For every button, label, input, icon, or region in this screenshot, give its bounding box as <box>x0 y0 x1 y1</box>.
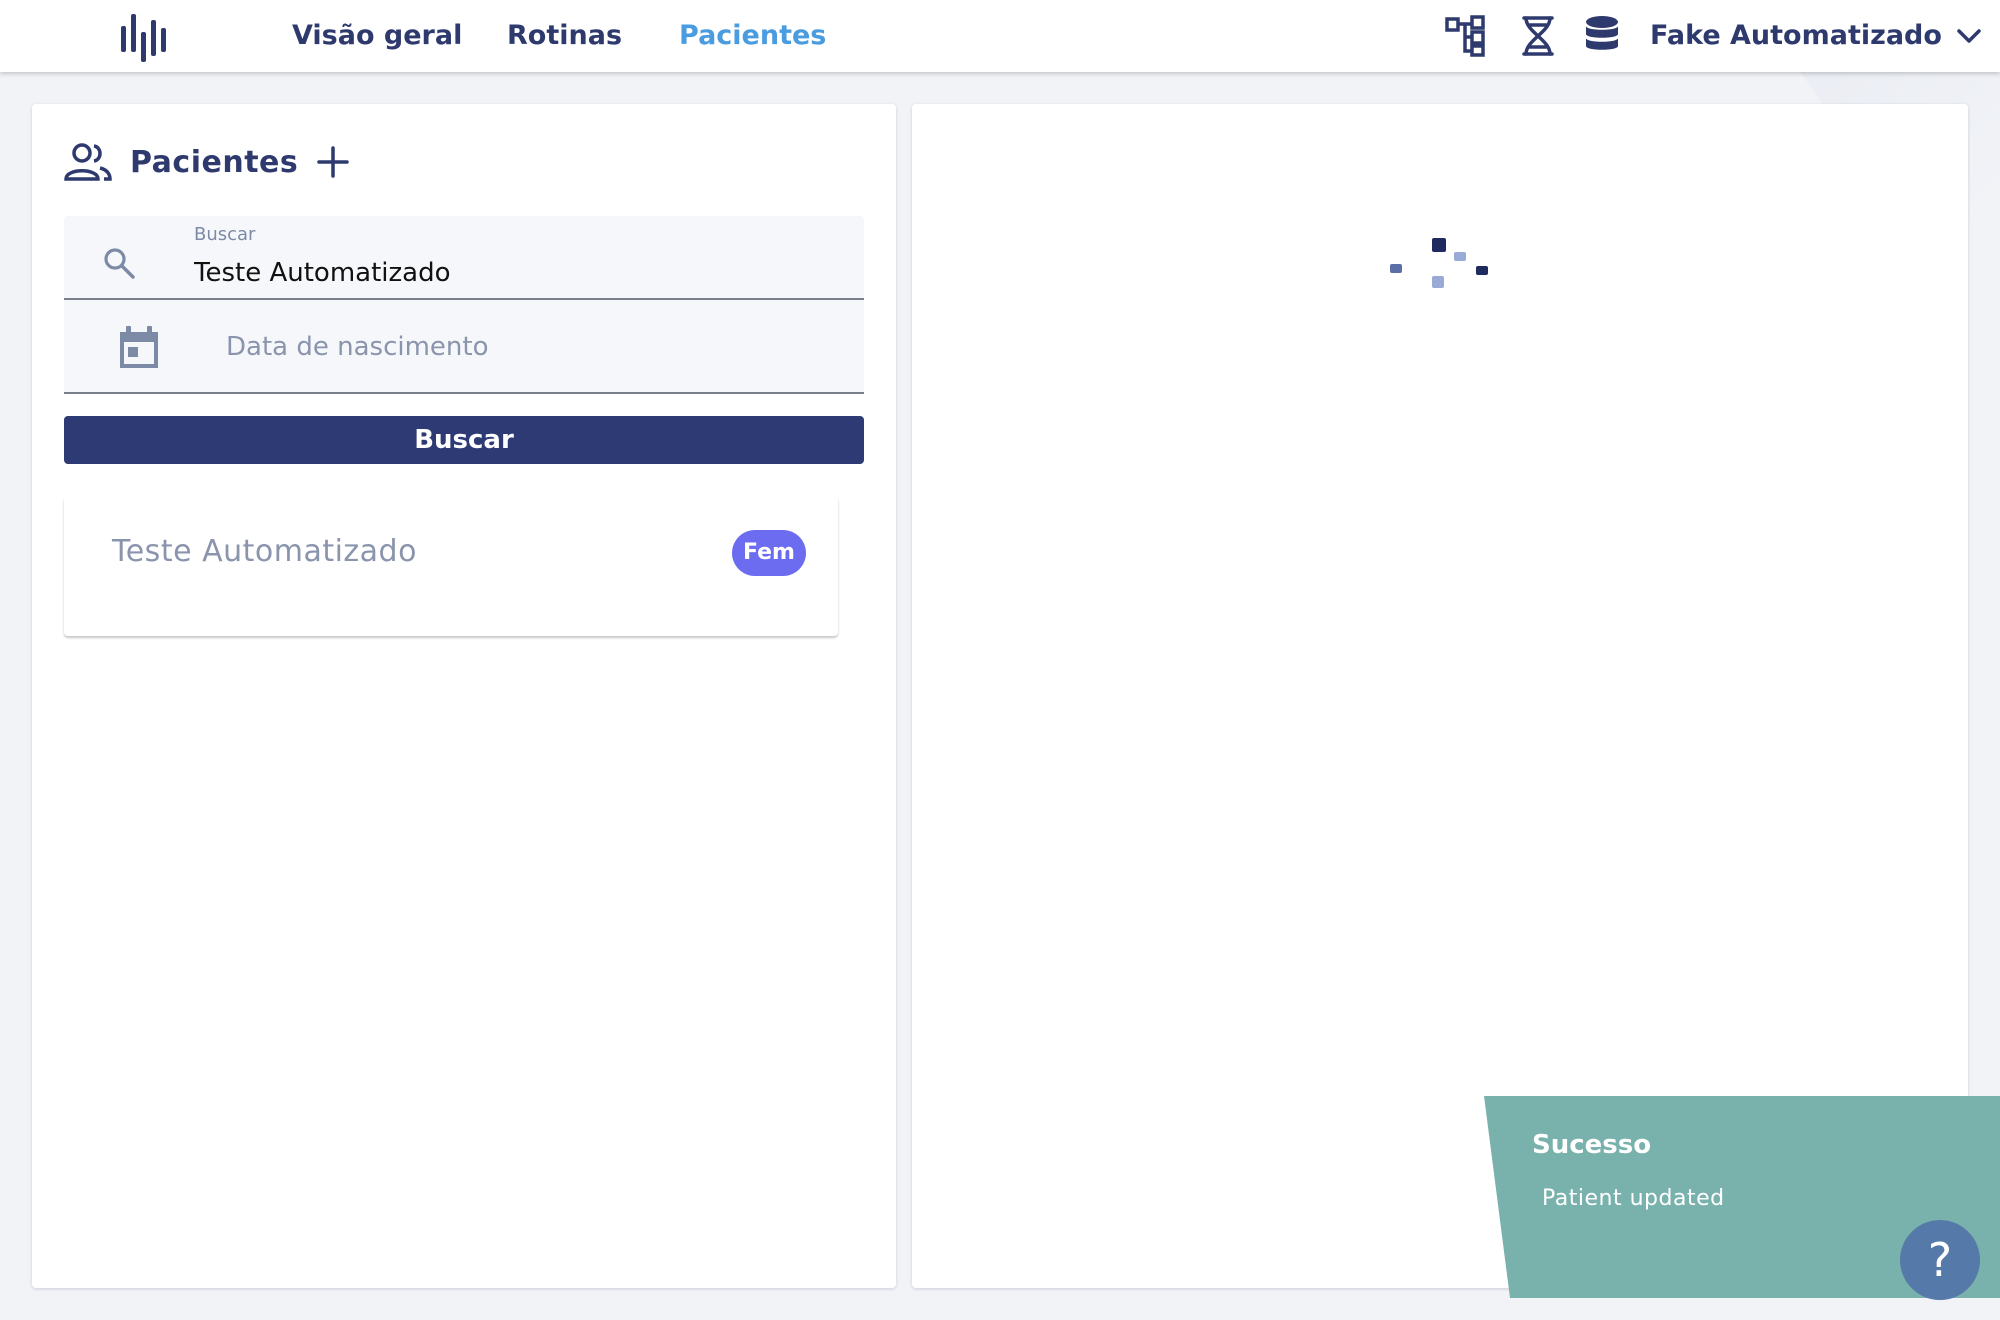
dna-icon[interactable] <box>1516 14 1560 58</box>
database-icon[interactable] <box>1580 14 1624 58</box>
search-input[interactable] <box>194 258 834 288</box>
panel-header: Pacientes <box>64 142 350 182</box>
top-navbar: Visão geral Rotinas Pacientes Fake Autom… <box>0 0 2000 72</box>
loading-spinner-icon <box>1390 238 1488 288</box>
help-button[interactable]: ? <box>1900 1220 1980 1300</box>
app-logo-icon[interactable] <box>118 10 174 62</box>
chevron-down-icon <box>1957 28 1981 43</box>
user-menu[interactable]: Fake Automatizado <box>1650 20 1982 51</box>
nav-pacientes[interactable]: Pacientes <box>679 20 826 51</box>
nav-rotinas[interactable]: Rotinas <box>507 20 622 51</box>
nav-visao-geral[interactable]: Visão geral <box>292 20 462 51</box>
birthdate-input[interactable] <box>226 332 826 362</box>
search-button[interactable]: Buscar <box>64 416 864 464</box>
panel-title: Pacientes <box>130 144 299 180</box>
birthdate-field[interactable] <box>64 300 864 394</box>
toast-message: Patient updated <box>1542 1186 1725 1211</box>
add-patient-icon[interactable] <box>316 145 350 179</box>
patient-name: Teste Automatizado <box>112 534 417 569</box>
hierarchy-icon[interactable] <box>1444 14 1488 58</box>
patients-panel: Pacientes Buscar Buscar Teste Automatiza… <box>32 104 896 1288</box>
sex-badge: Fem <box>732 530 806 576</box>
calendar-icon <box>120 326 158 368</box>
user-name: Fake Automatizado <box>1650 20 1942 51</box>
search-icon <box>104 248 135 279</box>
search-label: Buscar <box>194 224 256 245</box>
toast-title: Sucesso <box>1532 1130 1652 1160</box>
patient-result-item[interactable]: Teste Automatizado Fem <box>64 496 838 636</box>
users-icon <box>64 143 112 181</box>
search-field[interactable]: Buscar <box>64 216 864 300</box>
